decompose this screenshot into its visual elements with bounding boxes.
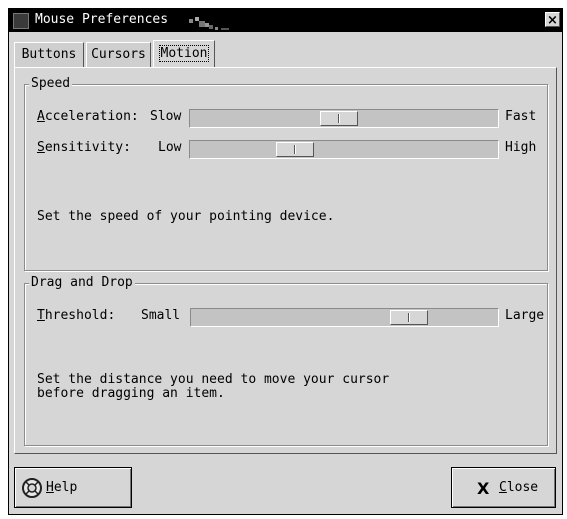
x-icon: X xyxy=(477,479,490,498)
tab-buttons-label: Buttons xyxy=(21,47,77,62)
sensitivity-label: Sensitivity: xyxy=(37,140,131,155)
title-bar-pattern xyxy=(189,17,229,30)
threshold-max-label: Large xyxy=(505,308,545,323)
threshold-slider-thumb[interactable] xyxy=(390,310,428,325)
window-title: Mouse Preferences xyxy=(35,12,169,27)
threshold-slider[interactable] xyxy=(190,308,499,327)
window-menu-icon[interactable] xyxy=(13,13,29,29)
speed-frame: Speed Acceleration: Slow Fast Sensitivit… xyxy=(24,76,548,271)
mouse-preferences-window: Mouse Preferences × Buttons Cursors Moti… xyxy=(8,8,563,515)
sensitivity-min-label: Low xyxy=(158,140,182,155)
drag-drop-frame: Drag and Drop Threshold: Small Large Set… xyxy=(24,275,548,446)
help-button[interactable]: Help xyxy=(14,467,132,508)
tab-motion-label: Motion xyxy=(158,45,210,62)
motion-panel: Speed Acceleration: Slow Fast Sensitivit… xyxy=(14,67,557,454)
close-button-label: Close xyxy=(499,480,539,495)
close-button[interactable]: X Close xyxy=(451,467,556,508)
help-button-label: Help xyxy=(46,480,78,495)
acceleration-max-label: Fast xyxy=(505,109,537,124)
drag-drop-legend: Drag and Drop xyxy=(29,275,135,290)
threshold-min-label: Small xyxy=(141,308,181,323)
sensitivity-slider[interactable] xyxy=(189,140,499,159)
sensitivity-slider-thumb[interactable] xyxy=(276,142,314,157)
acceleration-slider[interactable] xyxy=(189,109,499,128)
tab-cursors[interactable]: Cursors xyxy=(86,42,151,68)
acceleration-slider-thumb[interactable] xyxy=(320,111,358,126)
window-close-button[interactable]: × xyxy=(545,12,560,28)
tab-cursors-label: Cursors xyxy=(91,47,146,62)
sensitivity-max-label: High xyxy=(505,140,537,155)
acceleration-label: Acceleration: xyxy=(37,109,139,124)
title-bar[interactable]: Mouse Preferences × xyxy=(9,9,562,32)
speed-description: Set the speed of your pointing device. xyxy=(37,209,335,224)
tab-buttons[interactable]: Buttons xyxy=(14,42,84,68)
threshold-description-line-2: before dragging an item. xyxy=(37,386,225,401)
threshold-description-line-1: Set the distance you need to move your c… xyxy=(37,372,390,387)
tab-motion[interactable]: Motion xyxy=(153,40,215,68)
speed-legend: Speed xyxy=(29,76,73,91)
lifebuoy-icon xyxy=(22,478,42,498)
threshold-label: Threshold: xyxy=(37,308,116,323)
acceleration-min-label: Slow xyxy=(150,109,182,124)
